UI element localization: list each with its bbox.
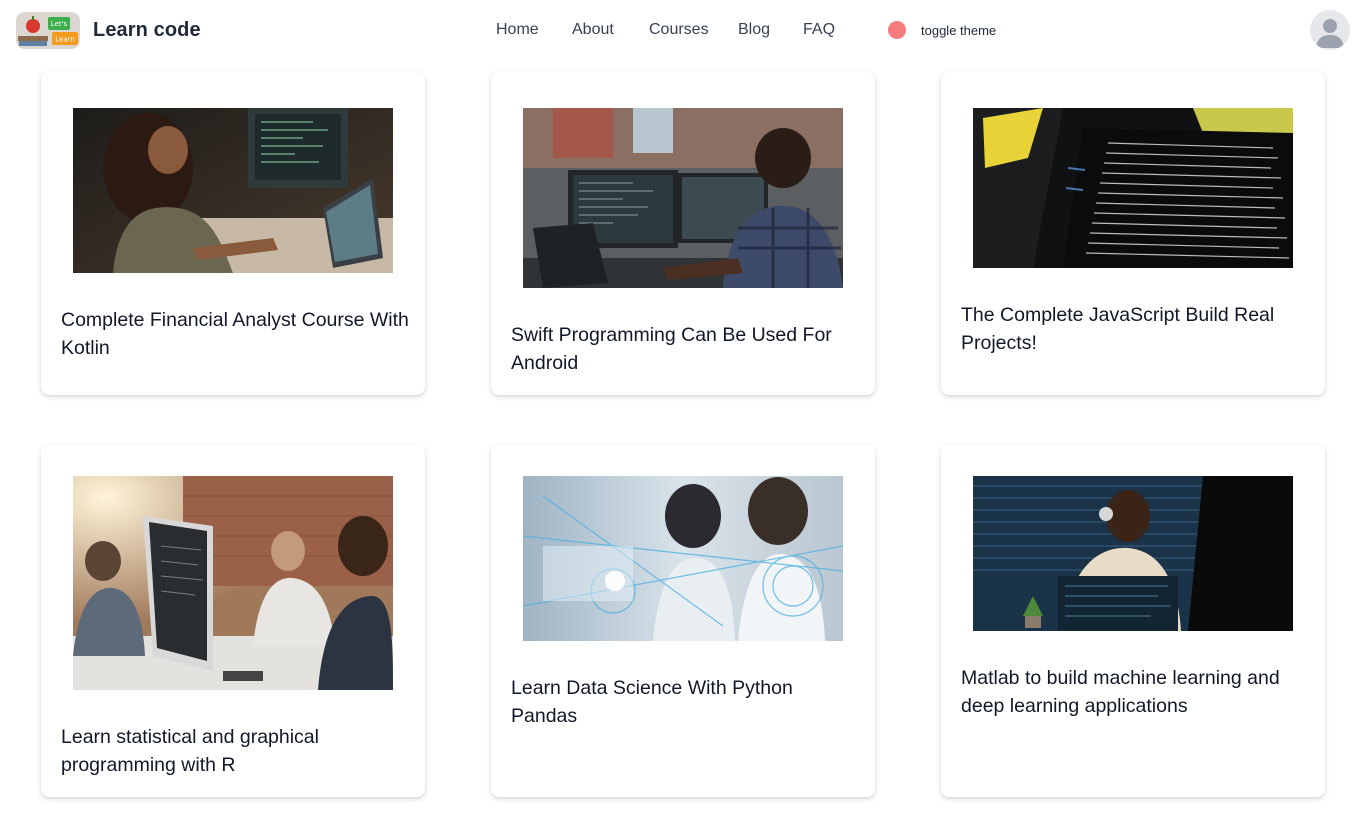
woman-headphones-code-overlay-photo (973, 476, 1293, 631)
site-logo[interactable]: Let's Learn (16, 12, 80, 49)
brand-name[interactable]: Learn code (93, 19, 201, 42)
woman-coding-at-desk-photo (73, 108, 393, 273)
theme-toggle-dot[interactable] (888, 21, 906, 39)
course-card[interactable]: Swift Programming Can Be Used For Androi… (491, 72, 875, 395)
course-title[interactable]: The Complete JavaScript Build Real Proje… (961, 301, 1311, 357)
course-card[interactable]: Complete Financial Analyst Course With K… (41, 72, 425, 395)
theme-toggle-label[interactable]: toggle theme (921, 23, 996, 38)
course-card[interactable]: Matlab to build machine learning and dee… (941, 445, 1325, 797)
course-card[interactable]: The Complete JavaScript Build Real Proje… (941, 72, 1325, 395)
nav-about[interactable]: About (572, 21, 614, 39)
course-title[interactable]: Swift Programming Can Be Used For Androi… (511, 321, 861, 377)
course-card[interactable]: Learn Data Science With Python Pandas (491, 445, 875, 797)
team-at-computer-photo (73, 476, 393, 690)
svg-text:Let's: Let's (51, 20, 68, 28)
man-coding-dual-monitors-photo (523, 108, 843, 288)
nav-faq[interactable]: FAQ (803, 21, 835, 39)
holographic-data-interface-photo (523, 476, 843, 641)
nav-blog[interactable]: Blog (738, 21, 770, 39)
top-navbar: Let's Learn Learn code Home About Course… (0, 0, 1366, 62)
course-title[interactable]: Learn statistical and graphical programm… (61, 723, 411, 779)
user-avatar-icon[interactable] (1310, 10, 1350, 50)
nav-home[interactable]: Home (496, 21, 539, 39)
logo-illustration-icon: Let's Learn (16, 12, 80, 49)
course-card[interactable]: Learn statistical and graphical programm… (41, 445, 425, 797)
svg-text:Learn: Learn (55, 36, 75, 44)
code-on-screen-closeup-photo (973, 108, 1293, 268)
course-title[interactable]: Learn Data Science With Python Pandas (511, 674, 861, 730)
course-title[interactable]: Matlab to build machine learning and dee… (961, 664, 1311, 720)
course-title[interactable]: Complete Financial Analyst Course With K… (61, 306, 411, 362)
nav-courses[interactable]: Courses (649, 21, 709, 39)
